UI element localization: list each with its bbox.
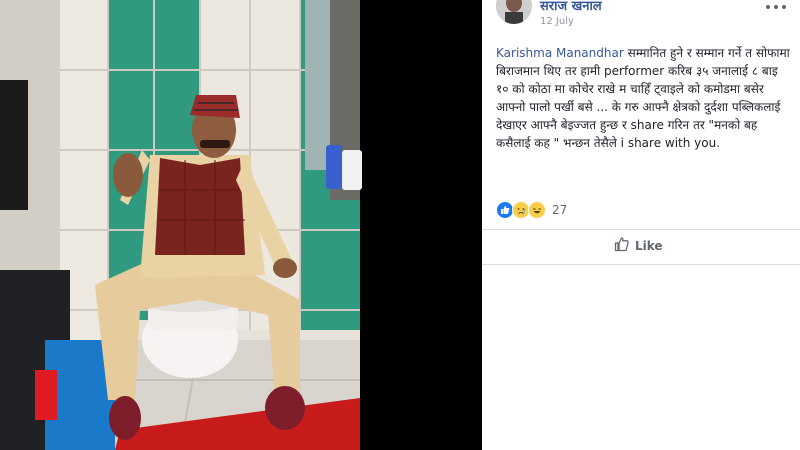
divider (482, 229, 800, 230)
reactions-summary[interactable]: 27 (496, 200, 567, 220)
author-name[interactable]: सराज खनाल (540, 0, 602, 14)
post-date[interactable]: 12 July (540, 16, 574, 27)
post-text: Karishma Manandhar सम्मानित हुने र सम्मा… (496, 44, 792, 152)
post-photo[interactable] (0, 0, 482, 450)
like-label: Like (635, 239, 663, 253)
reaction-count[interactable]: 27 (552, 203, 567, 217)
post-side-panel: सराज खनाल 12 July Karishma Manandhar सम्… (482, 0, 800, 450)
mention-link[interactable]: Karishma Manandhar (496, 46, 624, 60)
thumbs-up-icon (614, 236, 630, 256)
haha-reaction-icon (528, 201, 546, 219)
post-body: सम्मानित हुने र सम्मान गर्ने त सोफामा बि… (496, 46, 790, 150)
avatar[interactable] (496, 0, 532, 24)
post-header: सराज खनाल 12 July (496, 0, 796, 36)
more-options-icon[interactable] (766, 0, 786, 14)
divider (482, 264, 800, 265)
like-button[interactable]: Like (614, 236, 663, 256)
